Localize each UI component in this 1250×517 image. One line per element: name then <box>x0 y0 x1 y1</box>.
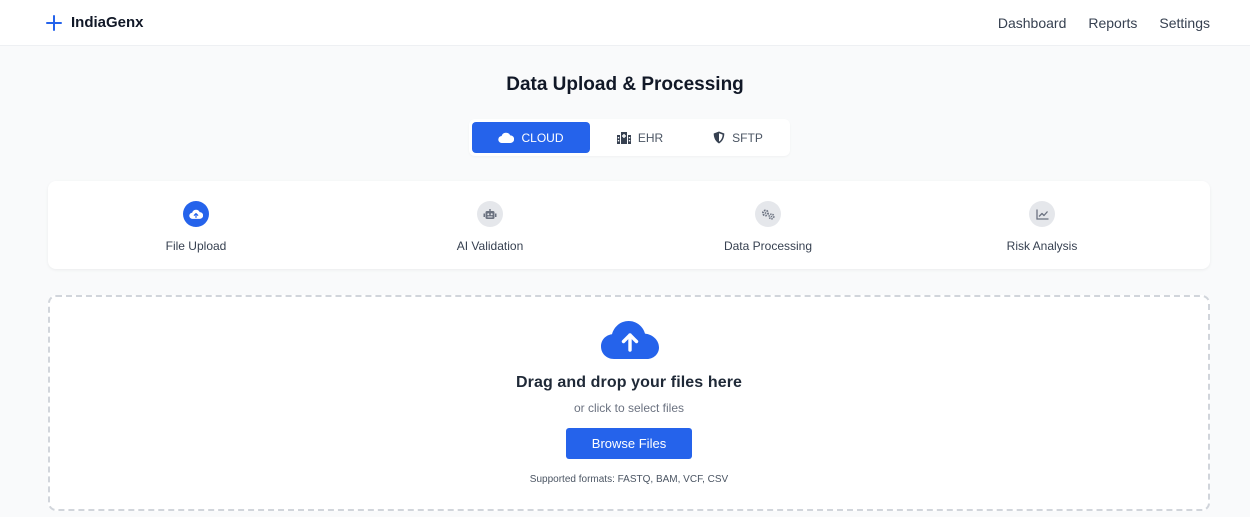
dropzone-subtitle: or click to select files <box>573 401 685 415</box>
hospital-icon <box>616 131 631 144</box>
tab-cloud[interactable]: CLOUD <box>472 122 590 153</box>
cloud-upload-icon <box>183 201 209 227</box>
page-title: Data Upload & Processing <box>506 74 744 95</box>
browse-files-button[interactable]: Browse Files <box>566 428 692 459</box>
shield-icon <box>713 131 725 144</box>
step-data-processing: Data Processing <box>668 201 868 253</box>
step-label: Data Processing <box>723 239 813 253</box>
robot-icon <box>477 201 503 227</box>
nav-links: Dashboard Reports Settings <box>998 15 1210 31</box>
tab-ehr[interactable]: EHR <box>594 122 686 153</box>
step-risk-analysis: Risk Analysis <box>942 201 1142 253</box>
cloud-upload-icon <box>601 321 659 364</box>
brand-logo[interactable]: IndiaGenx <box>46 14 144 31</box>
step-label: AI Validation <box>456 239 524 253</box>
plus-icon <box>46 14 62 31</box>
nav-link-settings[interactable]: Settings <box>1159 15 1210 31</box>
file-dropzone[interactable]: Drag and drop your files here or click t… <box>48 295 1210 511</box>
chart-line-icon <box>1029 201 1055 227</box>
tab-cloud-label: CLOUD <box>521 130 564 145</box>
nav-link-reports[interactable]: Reports <box>1088 15 1137 31</box>
gears-icon <box>755 201 781 227</box>
step-label: Risk Analysis <box>1006 239 1078 253</box>
dropzone-title: Drag and drop your files here <box>515 374 743 391</box>
step-ai-validation: AI Validation <box>390 201 590 253</box>
tab-sftp-label: SFTP <box>732 130 763 145</box>
source-tabs: CLOUD EHR SFTP <box>469 119 790 156</box>
step-file-upload: File Upload <box>96 201 296 253</box>
nav-link-dashboard[interactable]: Dashboard <box>998 15 1067 31</box>
top-navbar: IndiaGenx Dashboard Reports Settings <box>0 0 1250 46</box>
tab-ehr-label: EHR <box>637 130 664 145</box>
step-label: File Upload <box>165 239 227 253</box>
tab-sftp[interactable]: SFTP <box>690 122 786 153</box>
supported-formats: Supported formats: FASTQ, BAM, VCF, CSV <box>529 474 729 485</box>
brand-name: IndiaGenx <box>71 14 144 31</box>
progress-steps: File Upload AI Validation Data Processin… <box>48 181 1210 269</box>
cloud-icon <box>498 132 515 143</box>
